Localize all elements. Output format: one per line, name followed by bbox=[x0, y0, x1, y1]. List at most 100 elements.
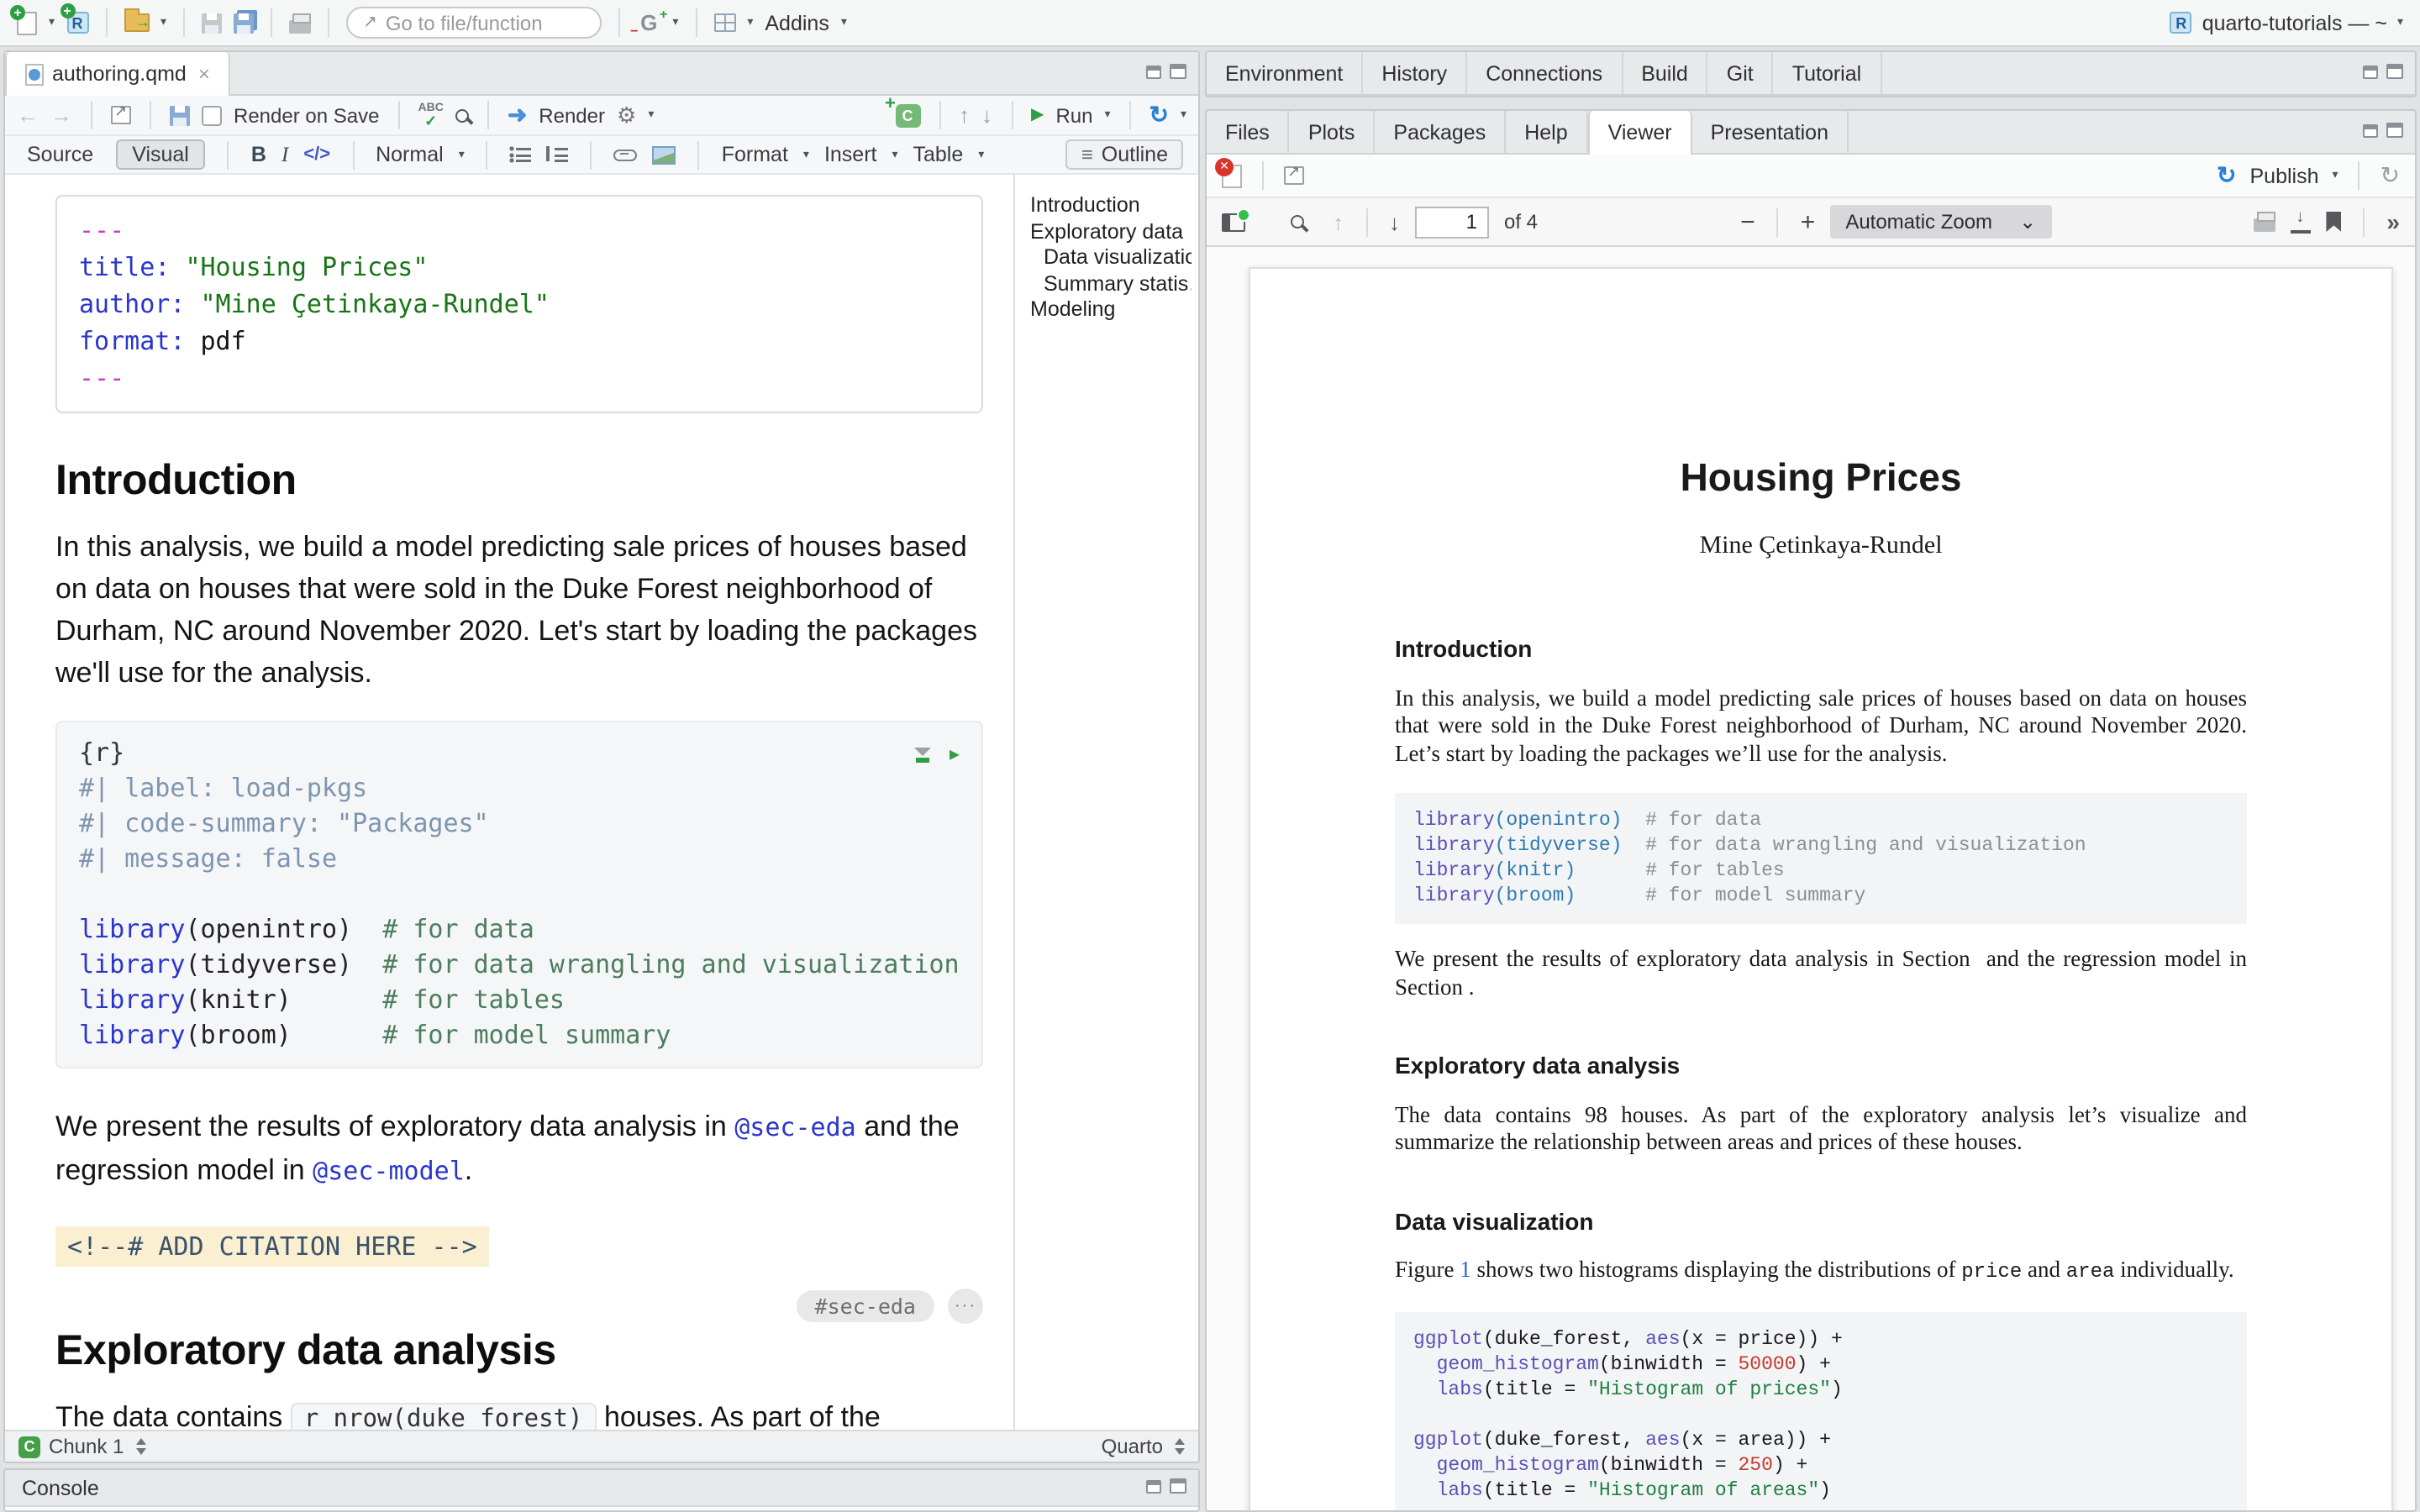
pdf-zoom-select[interactable]: Automatic Zoom ⌄ bbox=[1830, 205, 2051, 239]
new-project-icon[interactable]: R bbox=[66, 12, 88, 34]
insert-chunk-icon[interactable]: C bbox=[895, 103, 920, 127]
console-header[interactable]: Console bbox=[5, 1470, 1198, 1507]
chunk-run-icon[interactable]: ▶ bbox=[950, 738, 960, 773]
bold-button[interactable]: B bbox=[251, 143, 266, 166]
run-button[interactable]: Run bbox=[1055, 103, 1092, 127]
tab-viewer[interactable]: Viewer bbox=[1588, 111, 1692, 155]
section-options-button[interactable]: ··· bbox=[948, 1288, 983, 1323]
print-icon[interactable] bbox=[289, 19, 311, 33]
save-document-icon[interactable] bbox=[170, 105, 190, 125]
paragraph-style-caret-icon[interactable]: ▾ bbox=[459, 149, 465, 160]
env-maximize-icon[interactable] bbox=[2386, 64, 2403, 79]
table-menu[interactable]: Table bbox=[913, 143, 964, 166]
tab-files[interactable]: Files bbox=[1207, 111, 1290, 153]
outline-item-data-visualization[interactable]: Data visualization bbox=[1030, 245, 1192, 271]
new-file-caret-icon[interactable]: ▾ bbox=[49, 17, 55, 29]
bullet-list-icon[interactable] bbox=[510, 146, 532, 163]
visual-editor-canvas[interactable]: --- title: "Housing Prices" author: "Min… bbox=[5, 175, 1013, 1430]
outline-item-summary-statistics[interactable]: Summary statis… bbox=[1030, 271, 1192, 297]
pdf-page-input[interactable] bbox=[1415, 206, 1489, 238]
render-button[interactable]: Render bbox=[539, 103, 605, 127]
code-button[interactable]: </> bbox=[303, 144, 330, 165]
addins-caret-icon[interactable]: ▾ bbox=[841, 17, 847, 29]
publish-document-caret-icon[interactable]: ▾ bbox=[1181, 109, 1186, 121]
workspace-panes-icon[interactable] bbox=[713, 13, 735, 32]
insert-menu[interactable]: Insert bbox=[824, 143, 877, 166]
chunk-selector-icon[interactable] bbox=[135, 1438, 145, 1455]
save-icon[interactable] bbox=[202, 13, 222, 33]
tab-authoring-qmd[interactable]: authoring.qmd × bbox=[5, 52, 230, 96]
pdf-previous-page-icon[interactable]: ↑ bbox=[1333, 209, 1344, 234]
cross-ref-sec-model[interactable]: @sec-model bbox=[313, 1156, 465, 1186]
visual-mode-button[interactable]: Visual bbox=[115, 139, 206, 170]
popout-editor-icon[interactable] bbox=[111, 106, 131, 124]
tab-environment[interactable]: Environment bbox=[1207, 52, 1363, 94]
minimize-pane-icon[interactable] bbox=[1146, 65, 1161, 78]
outline-item-eda[interactable]: Exploratory data … bbox=[1030, 219, 1192, 245]
pdf-print-icon[interactable] bbox=[2254, 218, 2275, 232]
env-minimize-icon[interactable] bbox=[2363, 65, 2378, 78]
outline-item-modeling[interactable]: Modeling bbox=[1030, 297, 1192, 323]
run-caret-icon[interactable]: ▾ bbox=[1104, 109, 1110, 121]
tab-plots[interactable]: Plots bbox=[1290, 111, 1376, 153]
forward-icon[interactable]: → bbox=[50, 102, 72, 128]
spellcheck-icon[interactable]: ABC✓ bbox=[418, 103, 443, 127]
tab-packages[interactable]: Packages bbox=[1375, 111, 1506, 153]
pdf-viewport[interactable]: Housing Prices Mine Çetinkaya-Rundel Int… bbox=[1207, 247, 2415, 1510]
run-next-icon[interactable]: ↓ bbox=[981, 102, 992, 128]
search-icon[interactable] bbox=[455, 108, 469, 122]
link-icon[interactable] bbox=[614, 149, 638, 160]
viewer-minimize-icon[interactable] bbox=[2363, 123, 2378, 137]
workspace-panes-caret-icon[interactable]: ▾ bbox=[747, 17, 753, 29]
pdf-zoom-in-icon[interactable]: + bbox=[1801, 207, 1816, 236]
format-menu[interactable]: Format bbox=[722, 143, 788, 166]
render-on-save-checkbox[interactable] bbox=[202, 105, 222, 125]
pdf-bookmark-icon[interactable] bbox=[2326, 212, 2341, 232]
tab-connections[interactable]: Connections bbox=[1467, 52, 1623, 94]
pdf-sidebar-toggle-icon[interactable] bbox=[1222, 213, 1245, 231]
inline-r-code[interactable]: r nrow(duke_forest) bbox=[291, 1403, 597, 1430]
version-control-caret-icon[interactable]: ▾ bbox=[672, 17, 678, 29]
maximize-pane-icon[interactable] bbox=[1170, 64, 1186, 79]
project-menu[interactable]: R quarto-tutorials — ~ ▾ bbox=[2170, 11, 2403, 34]
publish-caret-icon[interactable]: ▾ bbox=[2333, 170, 2338, 181]
table-menu-caret-icon[interactable]: ▾ bbox=[978, 149, 984, 160]
italic-button[interactable]: I bbox=[281, 142, 288, 167]
tab-help[interactable]: Help bbox=[1506, 111, 1587, 153]
numbered-list-icon[interactable] bbox=[547, 146, 569, 163]
chunk-position-label[interactable]: Chunk 1 bbox=[49, 1435, 124, 1458]
goto-file-input[interactable] bbox=[386, 11, 571, 34]
paragraph-style-select[interactable]: Normal bbox=[376, 143, 444, 166]
tab-build[interactable]: Build bbox=[1623, 52, 1708, 94]
pdf-download-icon[interactable] bbox=[2291, 211, 2311, 233]
document-format-label[interactable]: Quarto bbox=[1102, 1435, 1163, 1458]
console-body[interactable] bbox=[5, 1507, 1198, 1510]
render-settings-caret-icon[interactable]: ▾ bbox=[648, 109, 654, 121]
format-selector-icon[interactable] bbox=[1175, 1438, 1185, 1455]
back-icon[interactable]: ← bbox=[17, 102, 39, 128]
open-file-caret-icon[interactable]: ▾ bbox=[160, 17, 166, 29]
viewer-maximize-icon[interactable] bbox=[2386, 123, 2403, 138]
tab-close-icon[interactable]: × bbox=[198, 62, 210, 86]
save-all-icon[interactable] bbox=[234, 13, 254, 33]
tab-history[interactable]: History bbox=[1363, 52, 1467, 94]
tab-tutorial[interactable]: Tutorial bbox=[1774, 52, 1881, 94]
image-icon[interactable] bbox=[653, 145, 676, 164]
tab-presentation[interactable]: Presentation bbox=[1692, 111, 1849, 153]
code-chunk-load-pkgs[interactable]: ▶ {r} #| label: load-pkgs #| code-summar… bbox=[55, 721, 983, 1068]
render-settings-gear-icon[interactable]: ⚙ bbox=[617, 102, 636, 129]
cross-ref-sec-eda[interactable]: @sec-eda bbox=[734, 1112, 856, 1142]
version-control-icon[interactable]: G+− bbox=[637, 10, 660, 35]
run-previous-icon[interactable]: ↑ bbox=[959, 102, 970, 128]
addins-button[interactable]: Addins bbox=[765, 11, 829, 34]
outline-item-introduction[interactable]: Introduction bbox=[1030, 193, 1192, 219]
publish-button[interactable]: Publish bbox=[2250, 164, 2319, 187]
pdf-more-tools-icon[interactable]: » bbox=[2386, 208, 2400, 235]
pdf-next-page-icon[interactable]: ↓ bbox=[1389, 209, 1400, 234]
pdf-search-icon[interactable] bbox=[1291, 215, 1304, 228]
open-file-icon[interactable] bbox=[124, 13, 149, 32]
new-file-icon[interactable] bbox=[17, 11, 37, 34]
console-maximize-icon[interactable] bbox=[1170, 1478, 1186, 1494]
chunk-run-above-icon[interactable] bbox=[914, 748, 931, 763]
insert-menu-caret-icon[interactable]: ▾ bbox=[892, 149, 897, 160]
